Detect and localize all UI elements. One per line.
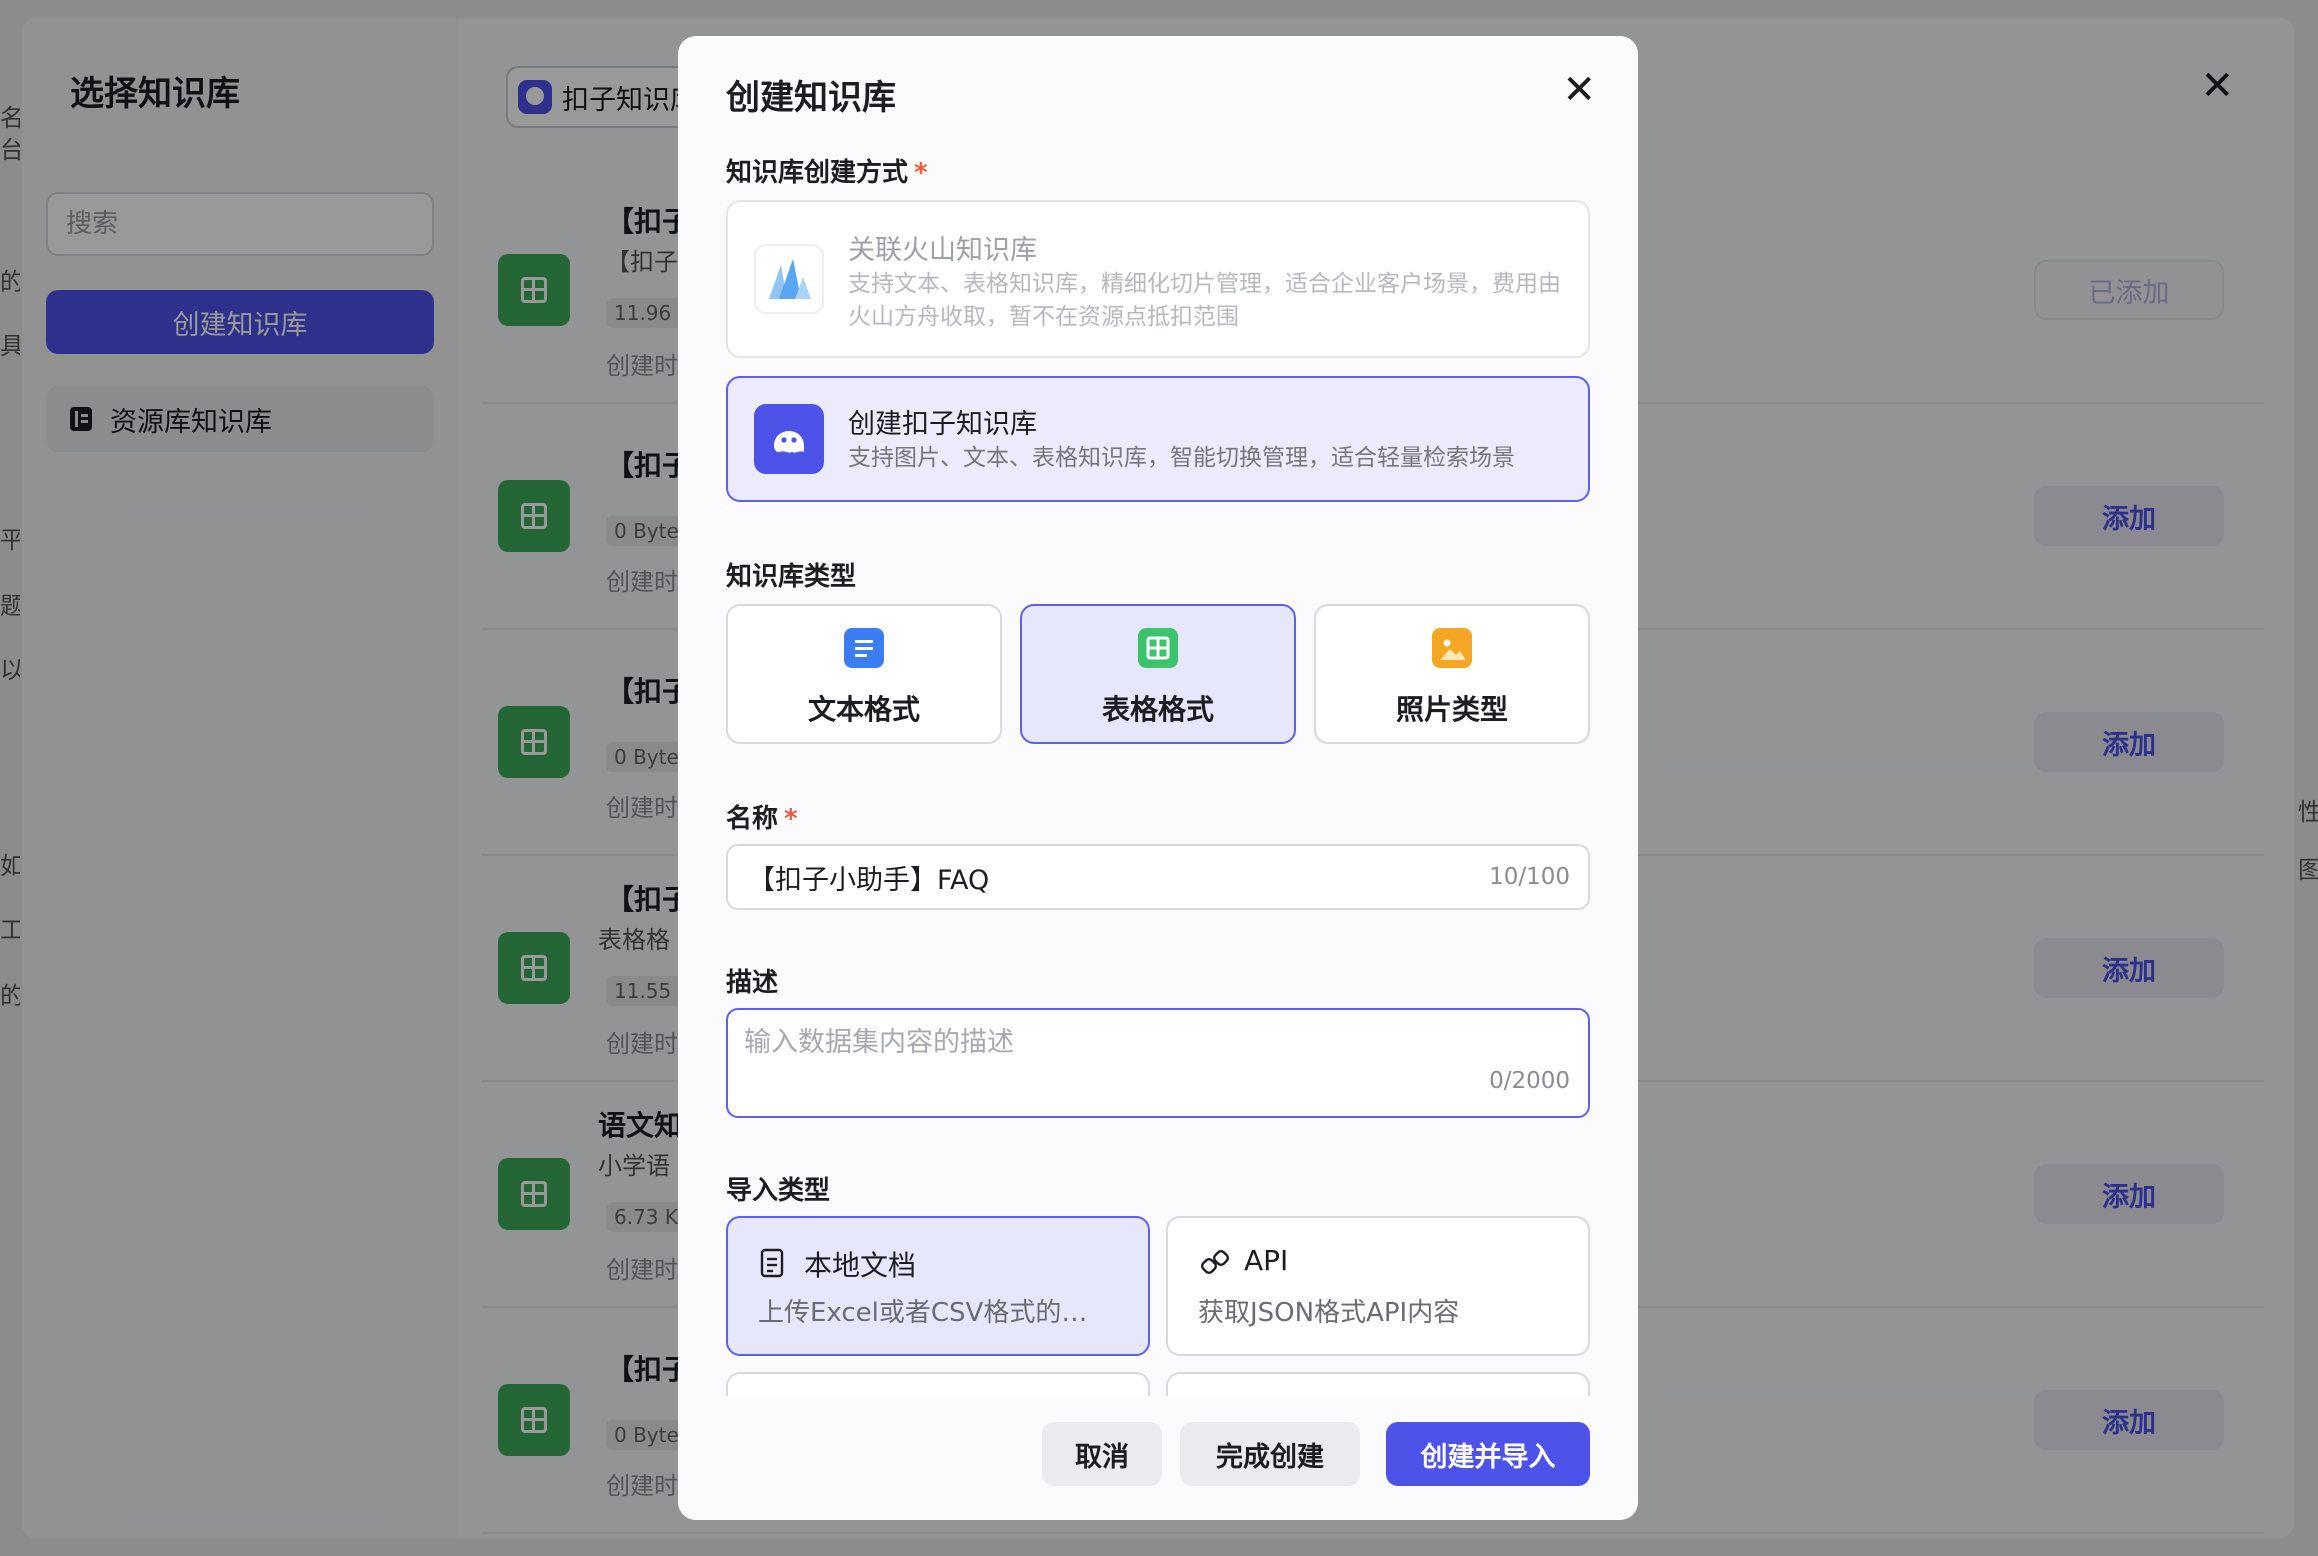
creation-method-label-text: 知识库创建方式 [726,158,909,188]
finish-create-button[interactable]: 完成创建 [1180,1422,1360,1486]
file-icon [760,1248,784,1278]
close-icon[interactable]: ✕ [1562,70,1596,110]
type-label: 文本格式 [807,693,920,726]
option-title: 关联火山知识库 [848,235,1037,266]
import-title: API [1244,1244,1289,1277]
description-field: 0/2000 [726,1008,1590,1118]
creation-method-label: 知识库创建方式 * [726,152,928,189]
import-desc: 获取JSON格式API内容 [1198,1298,1460,1328]
type-label: 照片类型 [1395,693,1508,726]
name-label: 名称 * [726,798,798,835]
import-desc: 上传Excel或者CSV格式的… [758,1298,1088,1328]
cancel-button[interactable]: 取消 [1042,1422,1162,1486]
document-icon [844,628,884,668]
coze-logo-icon [754,404,824,474]
import-type-label: 导入类型 [726,1176,831,1206]
option-coze-knowledge[interactable]: 创建扣子知识库 支持图片、文本、表格知识库，智能切换管理，适合轻量检索场景 [726,376,1590,502]
table-icon [1138,628,1178,668]
modal-title: 创建知识库 [726,78,896,118]
option-desc: 支持文本、表格知识库，精细化切片管理，适合企业客户场景，费用由火山方舟收取，暂不… [848,271,1561,330]
name-input[interactable] [748,861,1468,893]
type-label: 表格格式 [1101,693,1214,726]
option-title: 创建扣子知识库 [848,409,1037,440]
required-mark: * [784,804,798,834]
import-title: 本地文档 [804,1249,917,1282]
option-desc: 支持图片、文本、表格知识库，智能切换管理，适合轻量检索场景 [848,445,1515,471]
volcano-logo-icon [754,244,824,314]
description-label: 描述 [726,968,779,998]
create-and-import-button[interactable]: 创建并导入 [1386,1422,1590,1486]
description-char-count: 0/2000 [1489,1068,1570,1094]
type-text-format[interactable]: 文本格式 [726,604,1002,744]
image-icon [1432,628,1472,668]
knowledge-type-label: 知识库类型 [726,562,857,592]
import-local-document[interactable]: 本地文档 上传Excel或者CSV格式的… [726,1216,1150,1356]
option-volcano-knowledge[interactable]: 关联火山知识库 支持文本、表格知识库，精细化切片管理，适合企业客户场景，费用由火… [726,200,1590,358]
type-photo[interactable]: 照片类型 [1314,604,1590,744]
type-table-format[interactable]: 表格格式 [1020,604,1296,744]
name-char-count: 10/100 [1489,864,1570,890]
required-mark: * [914,158,928,188]
modal-footer: 取消 完成创建 创建并导入 [678,1396,1638,1520]
link-icon [1200,1249,1230,1275]
create-knowledge-modal: 创建知识库 ✕ 知识库创建方式 * 关联火山知识库 支持文本、表格知识库，精细化切… [678,36,1638,1520]
name-field: 10/100 [726,844,1590,910]
description-textarea[interactable] [744,1020,1572,1080]
import-api[interactable]: API 获取JSON格式API内容 [1166,1216,1590,1356]
name-label-text: 名称 [726,804,779,834]
